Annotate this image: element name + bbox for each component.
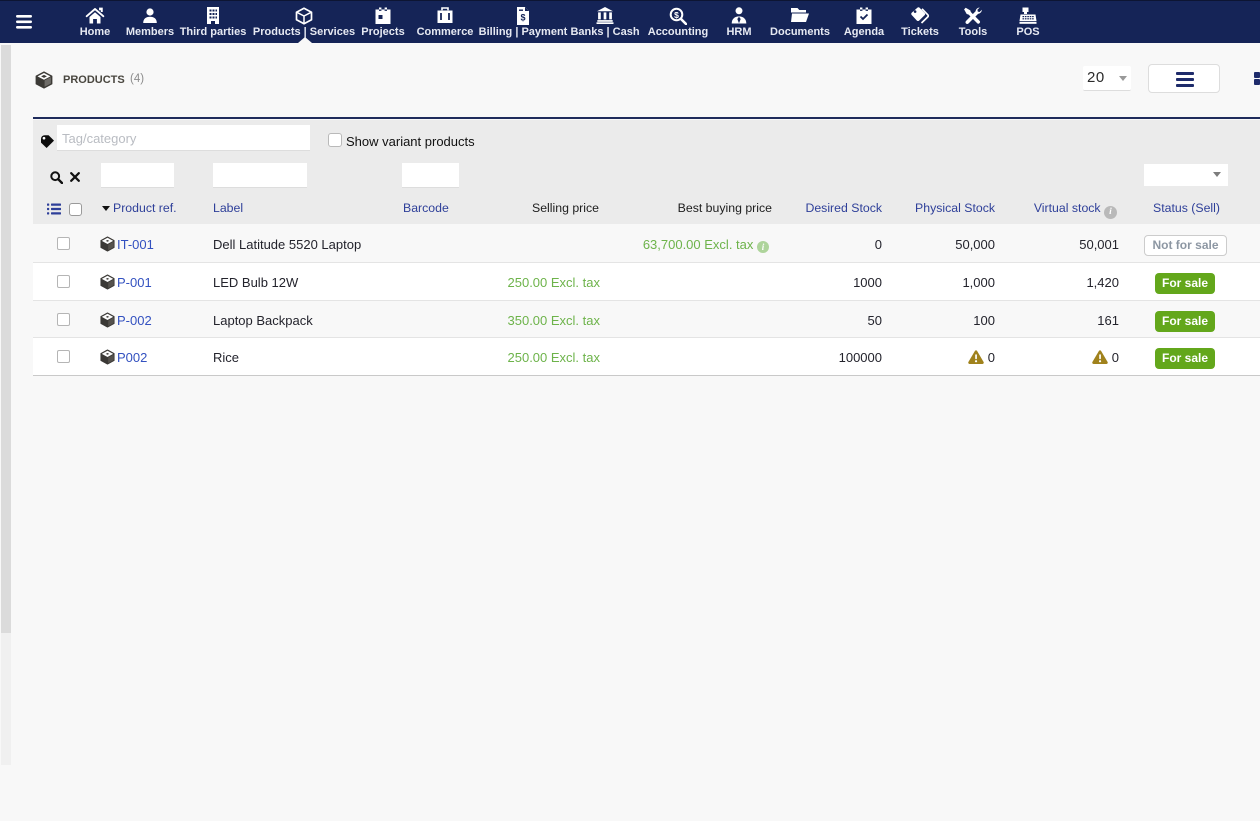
svg-text:$: $ xyxy=(520,13,525,23)
svg-text:$: $ xyxy=(674,10,679,20)
